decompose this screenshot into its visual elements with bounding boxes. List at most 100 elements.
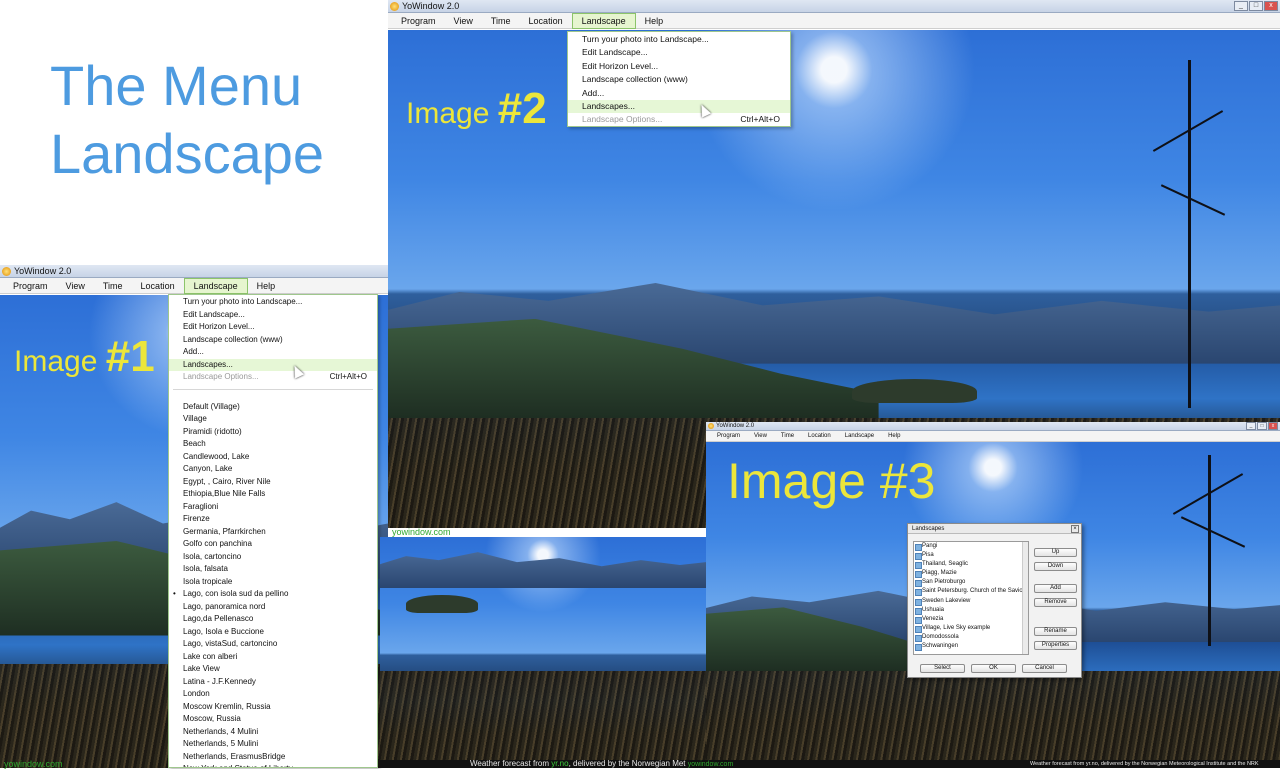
- landscape-menu-dropdown-2: Turn your photo into Landscape... Edit L…: [567, 31, 791, 127]
- menu-time[interactable]: Time: [482, 13, 520, 29]
- menu-help[interactable]: Help: [636, 13, 673, 29]
- landscape-list-item[interactable]: Moscow, Russia: [169, 713, 377, 726]
- dialog-list-item[interactable]: Domodossola: [914, 633, 1028, 643]
- menu-item-edit-landscape[interactable]: Edit Landscape...: [169, 309, 377, 322]
- remove-button[interactable]: Remove: [1034, 598, 1077, 607]
- close-icon[interactable]: x: [1264, 1, 1278, 11]
- cancel-button[interactable]: Cancel: [1022, 664, 1067, 673]
- menu-program[interactable]: Program: [4, 278, 57, 294]
- menu-item-edit-horizon[interactable]: Edit Horizon Level...: [568, 60, 790, 73]
- landscape-list-item[interactable]: Lago, vistaSud, cartoncino: [169, 638, 377, 651]
- menu-time[interactable]: Time: [94, 278, 132, 294]
- menu-help[interactable]: Help: [881, 431, 907, 442]
- down-button[interactable]: Down: [1034, 562, 1077, 571]
- up-button[interactable]: Up: [1034, 548, 1077, 557]
- dialog-list-item[interactable]: Village, Live Sky example: [914, 624, 1028, 633]
- window-title: YoWindow 2.0: [14, 266, 72, 276]
- dialog-list-item[interactable]: San Pietroburgo: [914, 578, 1028, 588]
- landscape-list-item[interactable]: Lago,da Pellenasco: [169, 613, 377, 626]
- landscape-list-item[interactable]: Lago, Isola e Buccione: [169, 626, 377, 639]
- minimize-icon[interactable]: _: [1234, 1, 1248, 11]
- landscape-list-item[interactable]: Lake View: [169, 663, 377, 676]
- rename-button[interactable]: Rename: [1034, 627, 1077, 636]
- menu-item-collection[interactable]: Landscape collection (www): [568, 73, 790, 86]
- menu-program[interactable]: Program: [710, 431, 747, 442]
- landscapes-dialog: Landscapes × Pangi Pisa Thailand, Seaglic P…: [907, 523, 1082, 678]
- menu-item-landscapes[interactable]: Landscapes...: [169, 358, 377, 371]
- forecast-source-link[interactable]: yr.no: [551, 759, 568, 768]
- menu-item-edit-horizon[interactable]: Edit Horizon Level...: [169, 321, 377, 334]
- menu-program[interactable]: Program: [392, 13, 445, 29]
- add-button[interactable]: Add: [1034, 584, 1077, 593]
- landscape-list-item[interactable]: Piramidi (ridotto): [169, 426, 377, 439]
- landscape-list-item[interactable]: Netherlands, 4 Mulini: [169, 726, 377, 739]
- dialog-list-item[interactable]: Ushuaia: [914, 606, 1028, 615]
- dialog-list-item[interactable]: Schwaningen: [914, 642, 1028, 652]
- landscape-list-item[interactable]: • Lago, con isola sud da pellino: [169, 588, 377, 601]
- menu-item-turn-photo[interactable]: Turn your photo into Landscape...: [169, 296, 377, 309]
- dialog-list-item[interactable]: Thailand, Seaglic: [914, 560, 1028, 570]
- landscape-list-item[interactable]: Isola, falsata: [169, 563, 377, 576]
- landscape-list-item[interactable]: Firenze: [169, 513, 377, 526]
- menubar: Program View Time Location Landscape Hel…: [388, 12, 1280, 29]
- landscape-list-item[interactable]: Lake con alberi: [169, 651, 377, 664]
- menu-location[interactable]: Location: [801, 431, 838, 442]
- landscape-list-item[interactable]: Moscow Kremlin, Russia: [169, 701, 377, 714]
- landscape-list-item[interactable]: Candlewood, Lake: [169, 451, 377, 464]
- landscape-list-item[interactable]: Village: [169, 413, 377, 426]
- landscape-list-item[interactable]: Isola tropicale: [169, 576, 377, 589]
- landscape-list-item[interactable]: Default (Village): [169, 401, 377, 414]
- menu-item-landscape-options[interactable]: Landscape Options... Ctrl+Alt+O: [169, 371, 377, 384]
- maximize-icon[interactable]: □: [1257, 422, 1267, 430]
- menu-landscape[interactable]: Landscape: [838, 431, 881, 442]
- landscape-list-item[interactable]: Isola, cartoncino: [169, 551, 377, 564]
- landscape-list-item[interactable]: London: [169, 688, 377, 701]
- menu-location[interactable]: Location: [520, 13, 572, 29]
- landscape-list-item[interactable]: Canyon, Lake: [169, 463, 377, 476]
- landscape-list-item[interactable]: Netherlands, ErasmusBridge: [169, 751, 377, 764]
- dialog-list-item[interactable]: Pisa: [914, 551, 1028, 561]
- menu-help[interactable]: Help: [248, 278, 285, 294]
- dialog-list-item[interactable]: Saint Petersburg. Church of the Savior o: [914, 587, 1028, 597]
- landscape-list-item[interactable]: Golfo con panchina: [169, 538, 377, 551]
- dialog-landscape-list[interactable]: Pangi Pisa Thailand, Seaglic Piagg, Mazie Sa…: [913, 541, 1029, 655]
- menu-view[interactable]: View: [57, 278, 94, 294]
- menu-item-edit-landscape[interactable]: Edit Landscape...: [568, 46, 790, 59]
- menu-item-add[interactable]: Add...: [169, 346, 377, 359]
- menu-item-collection[interactable]: Landscape collection (www): [169, 334, 377, 347]
- dialog-list-item[interactable]: Venezia: [914, 615, 1028, 624]
- select-button[interactable]: Select: [920, 664, 965, 673]
- landscape-list-item[interactable]: Ethiopia,Blue Nile Falls: [169, 488, 377, 501]
- menu-location[interactable]: Location: [132, 278, 184, 294]
- landscape-list-item[interactable]: New York and Statue of Liberty: [169, 763, 377, 767]
- close-icon[interactable]: x: [1268, 422, 1278, 430]
- menu-item-turn-photo[interactable]: Turn your photo into Landscape...: [568, 33, 790, 46]
- menu-item-landscapes[interactable]: Landscapes...: [568, 99, 790, 114]
- menu-view[interactable]: View: [445, 13, 482, 29]
- minimize-icon[interactable]: _: [1246, 422, 1256, 430]
- landscape-list-item[interactable]: Latina - J.F.Kennedy: [169, 676, 377, 689]
- landscape-list-item[interactable]: Faraglioni: [169, 501, 377, 514]
- landscape-list-item[interactable]: Beach: [169, 438, 377, 451]
- dialog-list-item[interactable]: Pangi: [914, 542, 1028, 552]
- menu-landscape[interactable]: Landscape: [183, 277, 248, 294]
- menu-item-landscape-options[interactable]: Landscape Options... Ctrl+Alt+O: [568, 113, 790, 126]
- menu-item-add[interactable]: Add...: [568, 87, 790, 100]
- menu-landscape[interactable]: Landscape: [571, 12, 636, 29]
- menu-view[interactable]: View: [747, 431, 774, 442]
- landscape-list-item[interactable]: Germania, Pfarrkirchen: [169, 526, 377, 539]
- dialog-close-icon[interactable]: ×: [1071, 525, 1079, 533]
- window-controls: _ □ x: [1246, 422, 1278, 430]
- dialog-list-item[interactable]: Sweden Lakeview: [914, 597, 1028, 606]
- maximize-icon[interactable]: □: [1249, 1, 1263, 11]
- landscape-list-item[interactable]: Netherlands, 5 Mulini: [169, 738, 377, 751]
- ok-button[interactable]: OK: [971, 664, 1016, 673]
- landscape-list-item[interactable]: Egypt, , Cairo, River Nile: [169, 476, 377, 489]
- site-link[interactable]: yowindow.com: [392, 527, 451, 537]
- forecast-credit: Weather forecast from yr.no, delivered b…: [470, 759, 734, 768]
- dialog-list-item[interactable]: Piagg, Mazie: [914, 569, 1028, 579]
- menu-time[interactable]: Time: [774, 431, 801, 442]
- landscape-list-item[interactable]: Lago, panoramica nord: [169, 601, 377, 614]
- list-scrollbar[interactable]: [1022, 542, 1028, 654]
- properties-button[interactable]: Properties: [1034, 641, 1077, 650]
